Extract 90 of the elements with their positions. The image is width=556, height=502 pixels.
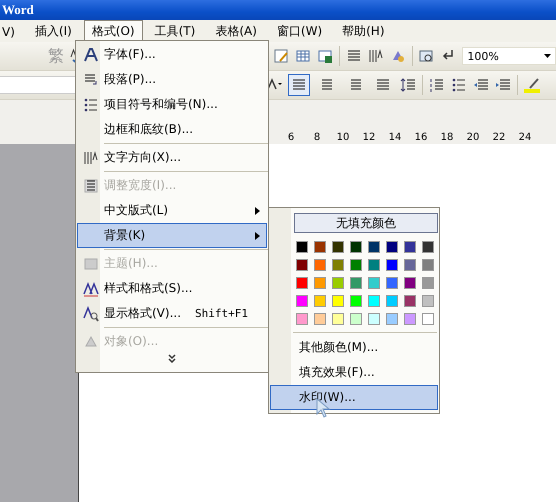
ruler-number: 16 [414,132,428,142]
color-swatch[interactable] [332,313,344,325]
line-spacing-icon[interactable] [400,77,416,93]
color-swatch[interactable] [350,259,362,271]
styles-icon[interactable] [83,280,99,296]
menu-bar-item[interactable]: V) [0,22,23,42]
text-direction-icon[interactable] [83,150,99,166]
dropdown-arrow-icon [544,54,551,58]
menu-item[interactable]: 填充效果(F)... [270,360,438,385]
color-swatch[interactable] [350,277,362,289]
ruler-number: 20 [466,132,480,142]
bullet-list-icon[interactable] [83,96,99,112]
reveal-format-icon[interactable] [83,306,99,322]
menu-bar-item[interactable]: 插入(I) [26,20,80,43]
color-swatch[interactable] [350,313,362,325]
color-swatch[interactable] [332,241,344,253]
menu-item[interactable]: 中文版式(L) [77,198,267,223]
color-swatch[interactable] [296,313,308,325]
color-swatch[interactable] [404,259,416,271]
ruler-number: 10 [336,132,350,142]
color-swatch[interactable] [404,295,416,307]
paragraph-icon[interactable] [83,72,99,88]
color-swatch[interactable] [422,241,434,253]
color-swatch[interactable] [368,313,380,325]
ruler-number: 22 [492,132,506,142]
font-icon[interactable] [83,46,99,62]
menu-bar-item[interactable]: 帮助(H) [334,20,393,43]
color-swatch[interactable] [368,277,380,289]
color-swatch[interactable] [350,241,362,253]
color-swatch[interactable] [422,313,434,325]
menu-item[interactable]: 水印(W)... [270,385,438,410]
color-swatch[interactable] [314,277,326,289]
ruler-number: 12 [362,132,376,142]
color-swatch[interactable] [386,277,398,289]
color-swatch[interactable] [404,277,416,289]
menu-item[interactable]: 样式和格式(S)... [77,276,267,301]
color-swatch[interactable] [296,259,308,271]
menu-item[interactable]: 项目符号和编号(N)... [77,92,267,117]
color-swatch[interactable] [314,241,326,253]
color-swatch[interactable] [296,277,308,289]
zoom-dropdown[interactable]: 100% [462,47,556,65]
spreadsheet-icon[interactable] [317,48,334,64]
ruler-number: 8 [312,132,322,142]
color-swatch[interactable] [386,313,398,325]
numbered-list-icon[interactable] [429,77,445,93]
color-swatch[interactable] [350,295,362,307]
submenu-arrow-icon [255,206,260,214]
ruler-number: 6 [286,132,296,142]
color-swatch[interactable] [368,241,380,253]
color-swatch[interactable] [368,259,380,271]
no-fill-color-button[interactable]: 无填充颜色 [294,213,438,233]
menu-item[interactable]: 段落(P)... [77,67,267,92]
ruler-number: 24 [518,132,532,142]
submenu-arrow-icon [255,232,260,240]
bullet-list-icon[interactable] [451,77,467,93]
color-swatch[interactable] [404,241,416,253]
color-swatch[interactable] [332,277,344,289]
color-swatch[interactable] [314,259,326,271]
color-swatch[interactable] [314,313,326,325]
color-swatch[interactable] [422,277,434,289]
color-swatch[interactable] [404,313,416,325]
color-swatch[interactable] [422,295,434,307]
menu-item[interactable]: 字体(F)... [77,42,267,67]
menu-bar-item[interactable]: 窗口(W) [268,20,330,43]
expand-chevron-icon[interactable] [168,354,176,363]
menu-bar-item[interactable]: 表格(A) [207,20,265,43]
color-swatch[interactable] [332,259,344,271]
color-swatch[interactable] [386,295,398,307]
window-title: Word [2,2,34,18]
menu-item[interactable]: 文字方向(X)... [77,145,267,170]
table-draw-icon[interactable] [273,48,290,64]
menu-item[interactable]: 背景(K) [77,223,267,248]
color-swatch[interactable] [386,259,398,271]
color-swatch[interactable] [296,295,308,307]
text-direction-icon[interactable] [368,48,384,64]
ruler-number: 14 [388,132,402,142]
color-swatch[interactable] [296,241,308,253]
highlighter-icon[interactable] [524,77,540,93]
color-swatch[interactable] [422,259,434,271]
document-map-icon[interactable] [418,48,434,64]
menu-item[interactable]: 边框和底纹(B)... [77,117,267,142]
color-swatch[interactable] [386,241,398,253]
color-swatch[interactable] [314,295,326,307]
color-swatch[interactable] [368,295,380,307]
menu-item[interactable]: 显示格式(V)... Shift+F1 [77,301,267,326]
ruler-number: 18 [440,132,454,142]
menu-item[interactable]: 其他颜色(M)... [270,335,438,360]
color-swatch[interactable] [332,295,344,307]
table-icon[interactable] [295,48,312,64]
menu-bar-item[interactable]: 工具(T) [146,20,204,43]
